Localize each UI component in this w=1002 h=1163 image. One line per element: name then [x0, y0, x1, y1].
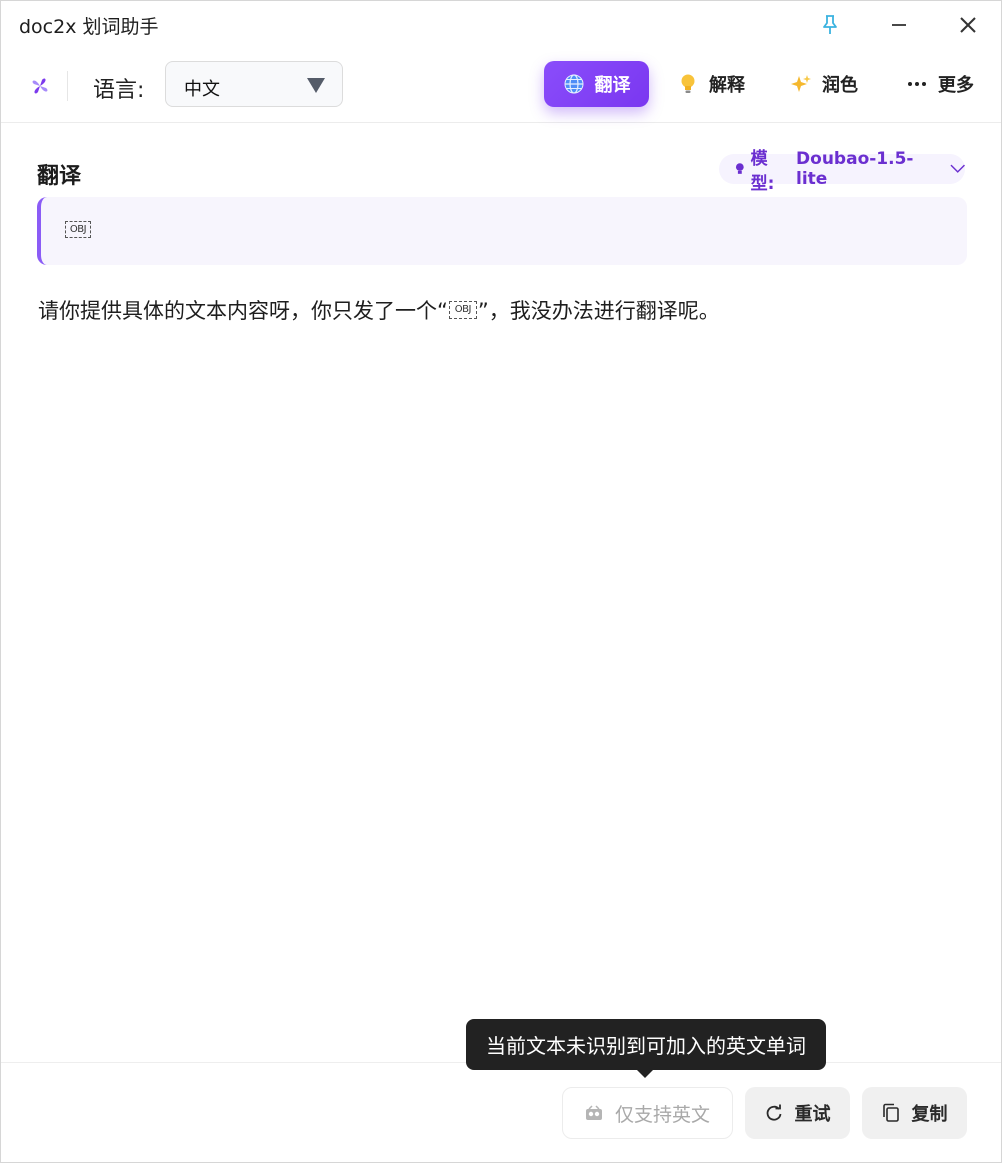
english-only-label: 仅支持英文 — [614, 1103, 710, 1126]
chevron-down-icon — [950, 164, 965, 173]
lightbulb-icon — [681, 74, 695, 93]
english-only-tooltip: 当前文本未识别到可加入的英文单词 — [466, 1019, 826, 1070]
title-bar: doc2x 划词助手 — [1, 1, 1001, 47]
section-title: 翻译 — [37, 164, 82, 189]
retry-button[interactable]: 重试 — [745, 1087, 850, 1139]
model-label: 模型: — [750, 149, 775, 194]
tab-translate[interactable]: 翻译 — [544, 61, 649, 107]
source-text-box: OBJ — [37, 197, 967, 265]
tooltip-arrow — [636, 1069, 654, 1078]
retry-label: 重试 — [794, 1104, 831, 1125]
translation-result: 请你提供具体的文本内容呀，你只发了一个“ OBJ ”，我没办法进行翻译呢。 — [38, 295, 720, 325]
english-only-button[interactable]: 仅支持英文 — [562, 1087, 733, 1139]
globe-icon — [564, 74, 583, 94]
copy-label: 复制 — [911, 1104, 948, 1125]
model-selector[interactable]: 模型: Doubao-1.5-lite — [719, 149, 965, 194]
ellipsis-icon — [908, 82, 926, 86]
result-text-before: 请你提供具体的文本内容呀，你只发了一个“ — [38, 299, 448, 323]
language-label: 语言: — [93, 78, 145, 103]
tab-more[interactable]: 更多 — [906, 61, 974, 107]
app-title: doc2x 划词助手 — [19, 16, 159, 38]
tab-polish-label: 润色 — [822, 75, 858, 96]
language-select[interactable]: 中文 — [165, 61, 343, 107]
toolbar: 语言: 中文 翻译 解释 润色 更多 — [1, 47, 1001, 123]
sparkles-icon — [791, 75, 811, 92]
language-value: 中文 — [184, 79, 220, 100]
close-icon — [960, 17, 976, 33]
tab-explain-label: 解释 — [709, 75, 745, 96]
minimize-icon — [892, 24, 906, 26]
source-object-placeholder: OBJ — [65, 221, 91, 238]
app-logo-icon — [29, 75, 51, 97]
copy-icon — [882, 1103, 899, 1122]
tab-polish[interactable]: 润色 — [790, 61, 858, 107]
result-text-after: ”，我没办法进行翻译呢。 — [477, 299, 720, 323]
result-object-placeholder: OBJ — [448, 301, 477, 319]
tab-translate-label: 翻译 — [594, 75, 631, 96]
book-icon — [585, 1105, 602, 1120]
toolbar-divider — [67, 71, 68, 101]
copy-button[interactable]: 复制 — [862, 1087, 967, 1139]
close-button[interactable] — [952, 9, 984, 41]
pin-icon[interactable] — [814, 9, 846, 41]
tab-more-label: 更多 — [938, 75, 974, 96]
refresh-icon — [766, 1104, 781, 1121]
caret-down-icon — [307, 78, 325, 93]
minimize-button[interactable] — [883, 9, 915, 41]
tab-explain[interactable]: 解释 — [677, 61, 745, 107]
model-value: Doubao-1.5-lite — [796, 149, 914, 189]
lightbulb-small-icon — [735, 163, 744, 174]
app-window: doc2x 划词助手 语言: 中文 翻译 解释 润色 更多 翻译 模型: Dou… — [0, 0, 1002, 1163]
